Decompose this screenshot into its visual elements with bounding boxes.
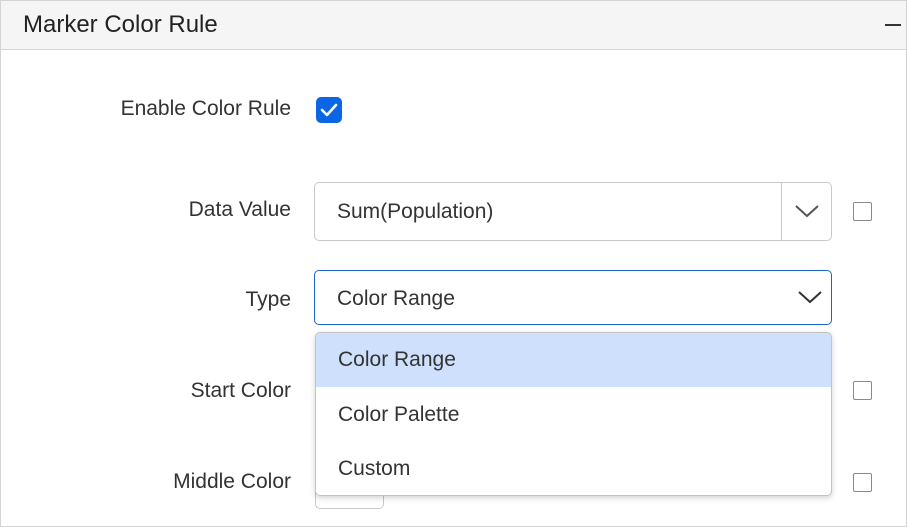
option-label: Color Palette [338, 403, 460, 426]
type-label: Type [245, 288, 291, 311]
data-value-label: Data Value [188, 198, 291, 221]
data-value-text: Sum(Population) [337, 200, 494, 223]
type-option-color-range[interactable]: Color Range [316, 333, 831, 387]
panel-title: Marker Color Rule [23, 11, 218, 38]
panel-header: Marker Color Rule [1, 1, 906, 50]
type-option-custom[interactable]: Custom [316, 442, 831, 495]
checkmark-icon [320, 103, 338, 117]
chevron-down-icon[interactable] [797, 289, 823, 305]
data-value-dropdown[interactable]: Sum(Population) [314, 182, 832, 241]
type-dropdown-popup: Color Range Color Palette Custom [315, 332, 832, 496]
type-value-text: Color Range [337, 287, 455, 310]
option-label: Custom [338, 457, 411, 480]
middle-color-label: Middle Color [173, 470, 291, 493]
option-label: Color Range [338, 348, 456, 371]
dropdown-divider [781, 183, 782, 240]
start-color-expression-checkbox[interactable] [853, 381, 872, 400]
chevron-down-icon[interactable] [793, 203, 821, 219]
collapse-button[interactable] [881, 11, 905, 39]
minus-icon [885, 24, 901, 26]
type-dropdown[interactable]: Color Range [314, 270, 832, 325]
enable-color-rule-label: Enable Color Rule [120, 97, 291, 120]
type-option-color-palette[interactable]: Color Palette [316, 388, 831, 442]
enable-color-rule-checkbox[interactable] [316, 97, 342, 123]
data-value-expression-checkbox[interactable] [853, 202, 872, 221]
middle-color-expression-checkbox[interactable] [853, 473, 872, 492]
start-color-label: Start Color [190, 379, 291, 402]
marker-color-rule-panel: Marker Color Rule Enable Color Rule Data… [0, 0, 907, 527]
